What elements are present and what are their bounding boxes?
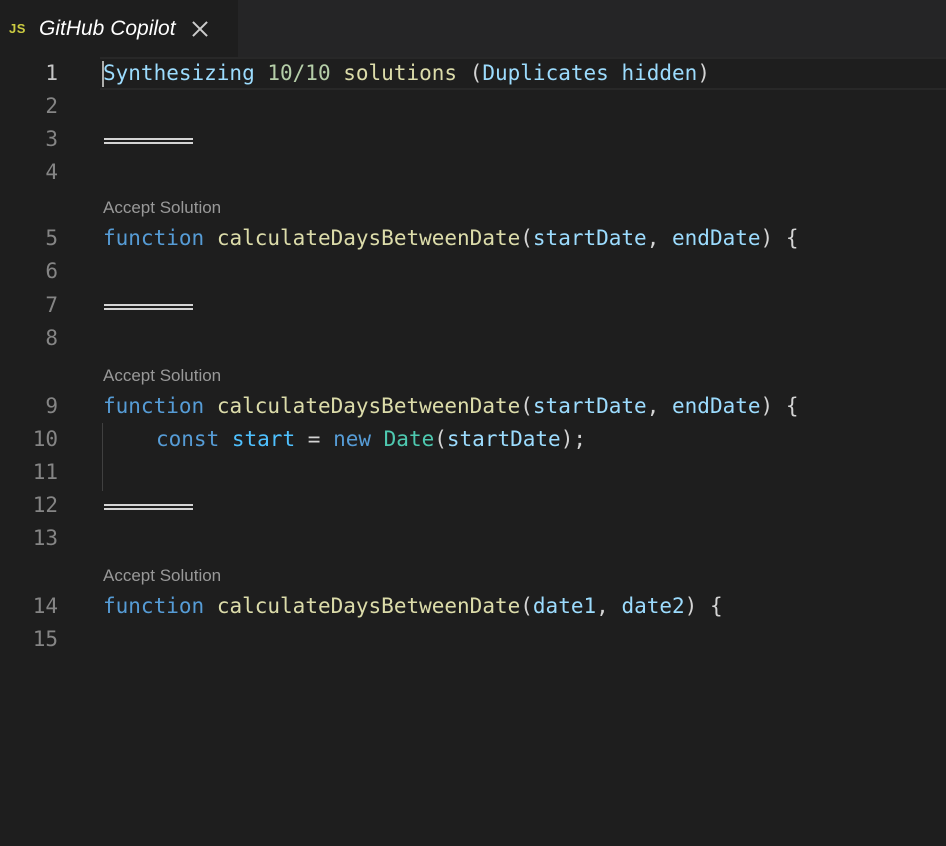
header-word: hidden (621, 61, 698, 85)
editor-line: 5 function calculateDaysBetweenDate(star… (0, 222, 946, 255)
line-number: 11 (32, 460, 58, 484)
parameter: date1 (532, 594, 597, 618)
function-name: calculateDaysBetweenDate (216, 394, 521, 418)
parameter: endDate (672, 226, 761, 250)
solution-count: 10/10 (267, 61, 331, 85)
solution-separator (104, 138, 193, 144)
tab-bar: JS GitHub Copilot (0, 0, 946, 57)
editor-line: 11 (0, 456, 946, 489)
tab-github-copilot[interactable]: JS GitHub Copilot (0, 0, 238, 57)
parameter: date2 (621, 594, 685, 618)
line-number: 4 (45, 160, 58, 184)
editor-line: 13 (0, 522, 946, 555)
argument: startDate (446, 427, 561, 451)
variable: start (231, 427, 296, 451)
class-name: Date (383, 427, 435, 451)
parameter: endDate (672, 394, 761, 418)
keyword: function (103, 594, 205, 618)
solution-separator (104, 304, 193, 310)
synthesizing-header: Synthesizing 10/10 solutions (Duplicates… (103, 57, 710, 90)
line-number: 7 (45, 293, 58, 317)
editor-line: 14 function calculateDaysBetweenDate(dat… (0, 590, 946, 623)
editor-line: 8 (0, 322, 946, 355)
code-editor[interactable]: 1 Synthesizing 10/10 solutions (Duplicat… (0, 57, 946, 846)
punctuation: ( (520, 226, 533, 250)
solution-separator (104, 504, 193, 510)
punctuation: , (646, 394, 660, 418)
line-number: 12 (32, 493, 58, 517)
editor-line: 7 (0, 289, 946, 322)
editor-line: 1 Synthesizing 10/10 solutions (Duplicat… (0, 57, 946, 90)
line-number: 2 (45, 94, 58, 118)
punctuation: ( (469, 61, 483, 85)
line-number: 15 (32, 627, 58, 651)
punctuation: ( (434, 427, 447, 451)
function-name: calculateDaysBetweenDate (216, 226, 521, 250)
editor-line: 2 (0, 90, 946, 123)
punctuation: ); (560, 427, 586, 451)
line-number: 3 (45, 127, 58, 151)
solution-2-body: const start = new Date(startDate); (156, 423, 586, 456)
editor-line: 4 (0, 156, 946, 189)
editor-line: 9 function calculateDaysBetweenDate(star… (0, 390, 946, 423)
line-number: 8 (45, 326, 58, 350)
punctuation: ) { (760, 226, 799, 250)
function-name: calculateDaysBetweenDate (216, 594, 521, 618)
editor-line: 3 (0, 123, 946, 156)
editor-line: 10 const start = new Date(startDate); (0, 423, 946, 456)
parameter: startDate (532, 226, 647, 250)
solution-3-code: function calculateDaysBetweenDate(date1,… (103, 590, 723, 623)
accept-solution-link[interactable]: Accept Solution (103, 365, 221, 387)
editor-line: 15 (0, 623, 946, 656)
editor-line: 12 (0, 489, 946, 522)
keyword: function (103, 394, 205, 418)
line-number: 14 (32, 594, 58, 618)
keyword: new (333, 427, 371, 451)
punctuation: ) { (684, 594, 723, 618)
keyword: const (156, 427, 220, 451)
operator: = (307, 427, 321, 451)
header-word: Synthesizing (103, 61, 255, 85)
accept-solution-link[interactable]: Accept Solution (103, 197, 221, 219)
keyword: function (103, 226, 205, 250)
line-number: 1 (45, 61, 58, 85)
punctuation: , (646, 226, 660, 250)
line-number: 13 (32, 526, 58, 550)
editor-line: 6 (0, 255, 946, 288)
header-word: solutions (343, 61, 458, 85)
header-word: Duplicates (482, 61, 609, 85)
javascript-file-icon: JS (9, 21, 26, 36)
line-number: 10 (32, 427, 58, 451)
punctuation: ( (520, 594, 533, 618)
punctuation: , (596, 594, 609, 618)
line-number: 5 (45, 226, 58, 250)
punctuation: ) { (760, 394, 799, 418)
tab-title: GitHub Copilot (39, 16, 176, 40)
close-icon[interactable] (192, 21, 208, 37)
line-number: 9 (45, 394, 58, 418)
accept-solution-link[interactable]: Accept Solution (103, 565, 221, 587)
solution-2-code: function calculateDaysBetweenDate(startD… (103, 390, 798, 423)
line-number: 6 (45, 259, 58, 283)
punctuation: ) (697, 61, 710, 85)
parameter: startDate (532, 394, 647, 418)
punctuation: ( (520, 394, 533, 418)
solution-1-code: function calculateDaysBetweenDate(startD… (103, 222, 798, 255)
